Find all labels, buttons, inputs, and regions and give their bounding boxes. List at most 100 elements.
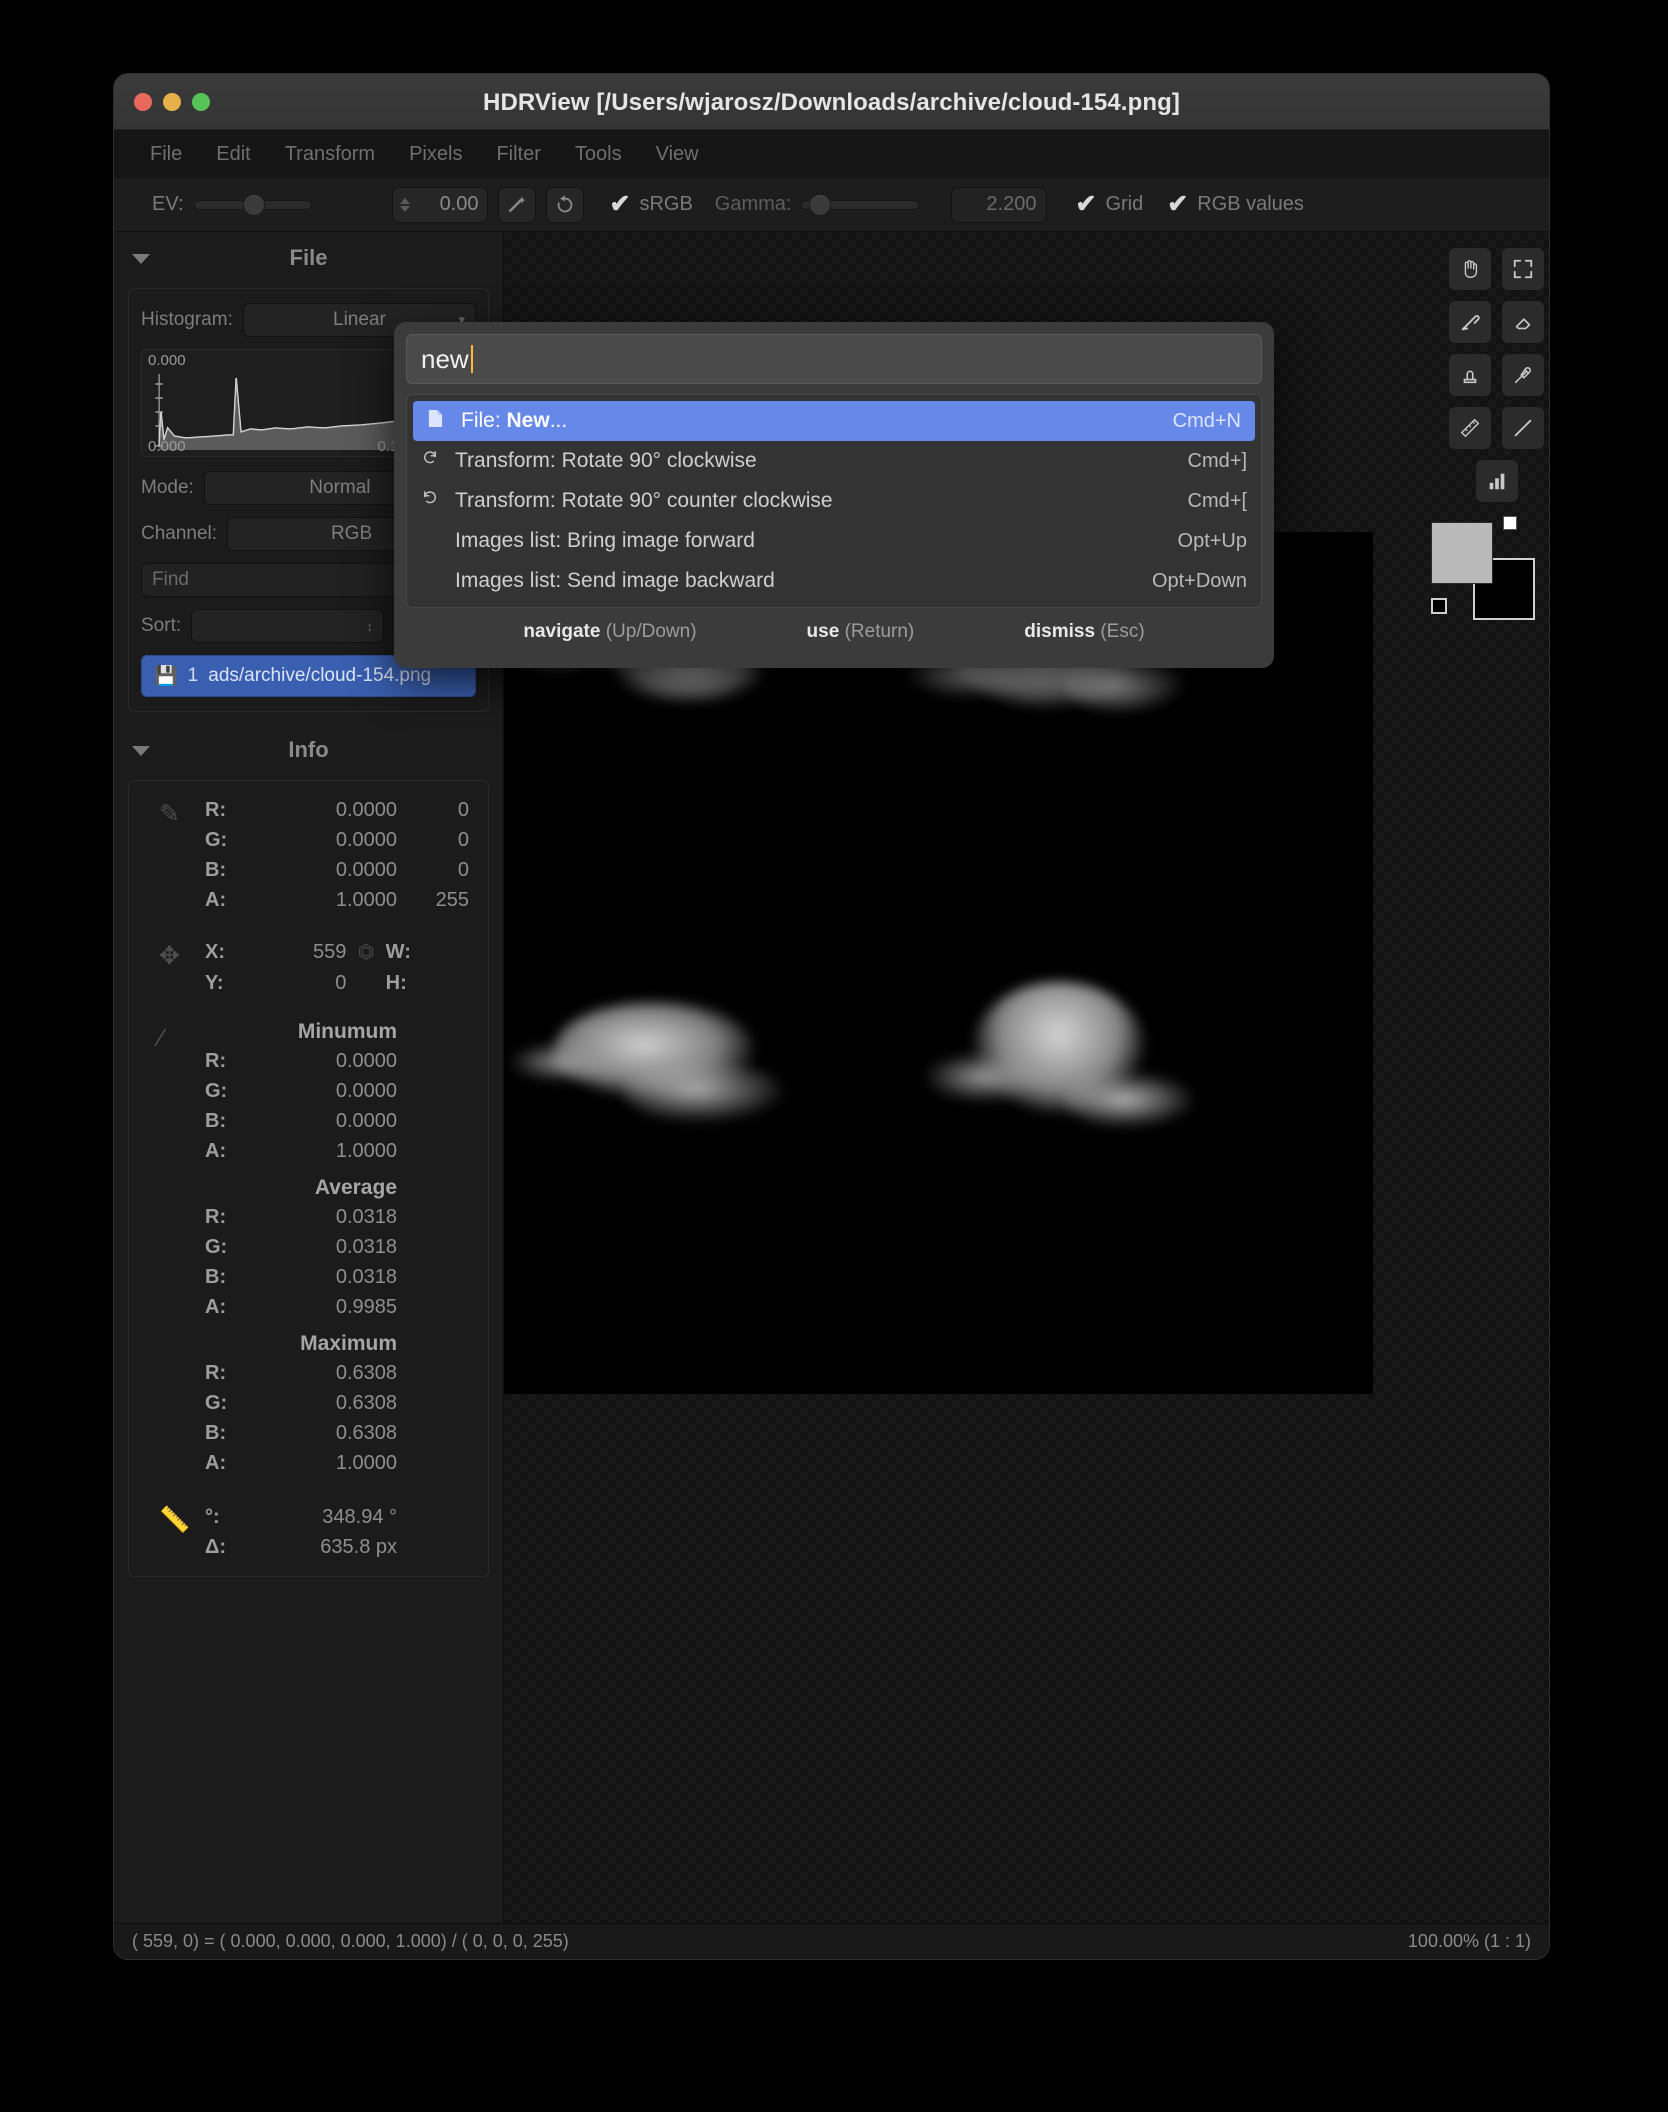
command-item[interactable]: Transform: Rotate 90° counter clockwise … [407, 481, 1261, 521]
menu-edit[interactable]: Edit [202, 137, 264, 172]
check-icon: ✔ [1167, 190, 1189, 218]
ev-slider[interactable] [193, 193, 312, 216]
info-row: A: 1.0000 [205, 1448, 476, 1478]
menu-pixels[interactable]: Pixels [395, 137, 476, 172]
pixel-b-value: 0.0000 [335, 859, 397, 881]
menu-tools[interactable]: Tools [561, 137, 636, 172]
info-row: G: 0.0318 [205, 1232, 476, 1262]
cloud-sprite [509, 1042, 619, 1082]
stamp-tool-button[interactable] [1448, 353, 1492, 397]
save-icon: 💾 [154, 666, 178, 687]
eyedropper-tool-button[interactable] [1501, 353, 1545, 397]
angle-value: 348.94 ° [322, 1506, 397, 1528]
pixel-r-value: 0.0000 [335, 799, 397, 821]
hist-label-bottom-left: 0.000 [148, 438, 186, 455]
mode-value: Normal [309, 477, 371, 498]
ev-spinbox[interactable]: 0.00 [391, 186, 488, 223]
command-label: Images list: Send image backward [455, 569, 775, 592]
text-caret [470, 345, 473, 373]
gamma-slider[interactable] [801, 193, 920, 216]
hist-label-top-left: 0.000 [148, 352, 186, 369]
bar-chart-icon [1489, 473, 1504, 490]
hint-use: use (Return) [807, 621, 915, 643]
ruler-tool-button[interactable] [1448, 406, 1492, 450]
line-icon [1514, 419, 1532, 437]
reset-arrow-icon [557, 194, 572, 212]
ev-stepper-icon[interactable] [399, 197, 410, 212]
menu-file[interactable]: File [136, 137, 196, 172]
info-row: R: 0.0000 [205, 1046, 476, 1076]
command-palette-input[interactable]: new [406, 334, 1262, 384]
hand-tool-button[interactable] [1448, 247, 1492, 291]
chevron-down-icon[interactable] [132, 746, 150, 756]
tool-rail [1444, 232, 1549, 1923]
info-panel-header[interactable]: Info [114, 724, 503, 776]
max-b-value: 0.6308 [335, 1422, 397, 1444]
rotate-ccw-icon [421, 489, 455, 513]
window-title: HDRView [/Users/wjarosz/Downloads/archiv… [483, 89, 1180, 116]
command-item[interactable]: Images list: Bring image forward Opt+Up [407, 521, 1261, 561]
default-colors-icon[interactable] [1431, 598, 1447, 614]
application-window: HDRView [/Users/wjarosz/Downloads/archiv… [114, 74, 1549, 1959]
gamma-label: Gamma: [714, 193, 792, 215]
status-pixel-readout: ( 559, 0) = ( 0.000, 0.000, 0.000, 1.000… [132, 1931, 569, 1951]
image-list-item-name: ads/archive/cloud-154.png [208, 665, 432, 686]
swap-colors-icon[interactable] [1503, 516, 1517, 530]
menu-view[interactable]: View [642, 137, 713, 172]
info-row: B: 0.6308 [205, 1418, 476, 1448]
cloud-sprite [624, 1062, 784, 1122]
percent-icon: ∕ [159, 1024, 164, 1052]
auto-exposure-button[interactable] [497, 186, 536, 223]
ev-value: 0.00 [439, 193, 479, 215]
pixel-values-block: ✎ R: 0.0000 0 G: 0.0000 0 B: 0.0000 0 A: 1.0000… [141, 795, 476, 915]
min-b-key: B: [205, 1110, 227, 1132]
measurement-block: 📏 °: 348.94 ° Δ: 635.8 px [141, 1502, 476, 1562]
rgb-values-checkbox[interactable]: ✔ RGB values [1167, 192, 1304, 217]
histogram-tool-button[interactable] [1474, 459, 1519, 503]
file-panel-header[interactable]: File [114, 232, 503, 284]
cloud-sprite [1064, 1072, 1194, 1127]
foreground-color-swatch[interactable] [1431, 522, 1493, 584]
reset-exposure-button[interactable] [545, 186, 584, 223]
min-a-key: A: [205, 1140, 227, 1162]
rgb-values-label: RGB values [1197, 193, 1304, 215]
exposure-toolbar: EV: 0.00 ✔ sRGB Gamma: 2.200 ✔ Grid ✔ RG… [114, 178, 1549, 232]
command-palette[interactable]: new File: New... Cmd+N Transform: Rotate… [394, 322, 1274, 668]
info-row: X: 559 ⏣ W: [205, 937, 476, 968]
sort-select[interactable]: ↕ [191, 609, 384, 643]
chevron-down-icon[interactable] [132, 254, 150, 264]
find-input[interactable]: Find [141, 563, 430, 597]
max-a-value: 1.0000 [335, 1452, 397, 1474]
eraser-tool-button[interactable] [1501, 300, 1545, 344]
avg-g-value: 0.0318 [335, 1236, 397, 1258]
delta-value: 635.8 px [320, 1536, 397, 1558]
command-item[interactable]: Images list: Send image backward Opt+Dow… [407, 561, 1261, 601]
color-swatches[interactable] [1431, 516, 1535, 620]
pixel-r-8bit: 0 [457, 799, 469, 821]
grid-checkbox[interactable]: ✔ Grid [1075, 192, 1143, 217]
info-row: R: 0.0318 [205, 1202, 476, 1232]
ruler-icon [1460, 418, 1480, 438]
gamma-slider-knob[interactable] [809, 193, 832, 216]
crosshair-icon: ✥ [159, 942, 180, 970]
line-tool-button[interactable] [1501, 406, 1545, 450]
gamma-value-box[interactable]: 2.200 [951, 186, 1048, 223]
max-g-value: 0.6308 [335, 1392, 397, 1414]
status-zoom-level: 100.00% (1 : 1) [1407, 1931, 1531, 1951]
menu-transform[interactable]: Transform [271, 137, 389, 172]
min-g-key: G: [205, 1080, 228, 1102]
info-row: G: 0.0000 [205, 1076, 476, 1106]
srgb-checkbox[interactable]: ✔ sRGB [610, 192, 693, 217]
ev-slider-knob[interactable] [242, 193, 265, 216]
hint-navigate-label: navigate [523, 621, 601, 642]
command-shortcut: Cmd+[ [1187, 489, 1247, 512]
command-suffix: ... [549, 409, 568, 432]
command-item[interactable]: File: New... Cmd+N [413, 401, 1255, 441]
hand-icon [1464, 260, 1478, 278]
brush-tool-button[interactable] [1448, 300, 1492, 344]
command-item[interactable]: Transform: Rotate 90° clockwise Cmd+] [407, 441, 1261, 481]
min-g-value: 0.0000 [335, 1080, 397, 1102]
status-bar: ( 559, 0) = ( 0.000, 0.000, 0.000, 1.000… [114, 1923, 1549, 1959]
menu-filter[interactable]: Filter [482, 137, 554, 172]
fit-screen-button[interactable] [1501, 247, 1545, 291]
